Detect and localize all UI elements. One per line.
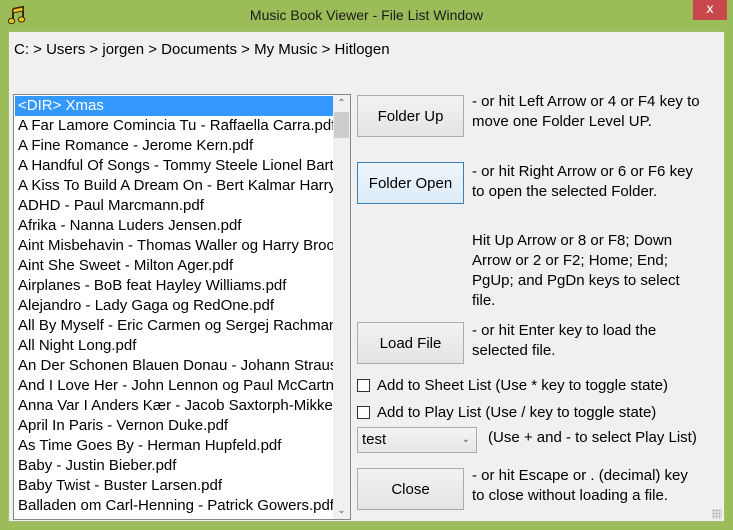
load-file-help: - or hit Enter key to load the selected … — [472, 321, 656, 361]
list-item[interactable]: A Handful Of Songs - Tommy Steele Lionel… — [15, 156, 335, 176]
play-list-select-help: (Use + and - to select Play List) — [488, 429, 697, 446]
play-list-label: Add to Play List (Use / key to toggle st… — [377, 404, 657, 421]
folder-open-button[interactable]: Folder Open — [357, 162, 464, 204]
play-list-checkbox[interactable] — [357, 406, 370, 419]
list-item[interactable]: April In Paris - Vernon Duke.pdf — [15, 416, 335, 436]
help-line: - or hit Escape or . (decimal) key — [472, 467, 688, 484]
help-line: Hit Up Arrow or 8 or F8; Down — [472, 232, 673, 249]
folder-up-help: - or hit Left Arrow or 4 or F4 key to mo… — [472, 92, 700, 132]
breadcrumb: C: > Users > jorgen > Documents > My Mus… — [14, 41, 390, 58]
list-item[interactable]: A Far Lamore Comincia Tu - Raffaella Car… — [15, 116, 335, 136]
play-list-select-value: test — [362, 431, 387, 448]
play-list-select[interactable]: test ⌄ — [357, 427, 477, 453]
client-area: C: > Users > jorgen > Documents > My Mus… — [8, 31, 725, 522]
folder-open-help: - or hit Right Arrow or 6 or F6 key to o… — [472, 162, 693, 202]
list-item[interactable]: Baby Twist - Buster Larsen.pdf — [15, 476, 335, 496]
close-window-button[interactable]: x — [693, 0, 727, 20]
navigation-help: Hit Up Arrow or 8 or F8; Down Arrow or 2… — [472, 231, 680, 311]
list-item[interactable]: Anna Var I Anders Kær - Jacob Saxtorph-M… — [15, 396, 335, 416]
help-line: - or hit Right Arrow or 6 or F6 key — [472, 163, 693, 180]
window-title: Music Book Viewer - File List Window — [249, 7, 484, 23]
load-file-button[interactable]: Load File — [357, 322, 464, 364]
play-list-checkbox-row[interactable]: Add to Play List (Use / key to toggle st… — [357, 404, 656, 421]
list-item[interactable]: Balladen om Carl-Henning - Patrick Gower… — [15, 496, 335, 516]
folder-up-button[interactable]: Folder Up — [357, 95, 464, 137]
list-item[interactable]: And I Love Her - John Lennon og Paul McC… — [15, 376, 335, 396]
list-item[interactable]: Aint Misbehavin - Thomas Waller og Harry… — [15, 236, 335, 256]
chevron-down-icon: ⌄ — [461, 434, 470, 445]
help-line: - or hit Enter key to load the — [472, 322, 657, 339]
list-item[interactable]: Aint She Sweet - Milton Ager.pdf — [15, 256, 335, 276]
resize-grip-icon[interactable] — [712, 509, 722, 519]
list-item[interactable]: An Der Schonen Blauen Donau - Johann Str… — [15, 356, 335, 376]
close-help: - or hit Escape or . (decimal) key to cl… — [472, 466, 688, 506]
file-list: <DIR> Xmas A Far Lamore Comincia Tu - Raf… — [15, 96, 335, 518]
scroll-thumb[interactable] — [334, 112, 349, 138]
list-item[interactable]: Alejandro - Lady Gaga og RedOne.pdf — [15, 296, 335, 316]
list-item[interactable]: Baby - Justin Bieber.pdf — [15, 456, 335, 476]
list-item[interactable]: <DIR> Xmas — [15, 96, 335, 116]
scroll-down-arrow-icon[interactable]: ⌄ — [333, 502, 350, 519]
help-line: selected file. — [472, 342, 556, 359]
close-button[interactable]: Close — [357, 468, 464, 510]
scroll-up-arrow-icon[interactable]: ⌃ — [333, 95, 350, 112]
list-item[interactable]: As Time Goes By - Herman Hupfeld.pdf — [15, 436, 335, 456]
help-line: move one Folder Level UP. — [472, 113, 652, 130]
help-line: to close without loading a file. — [472, 487, 668, 504]
title-bar[interactable]: Music Book Viewer - File List Window x — [0, 0, 733, 31]
help-line: to open the selected Folder. — [472, 183, 658, 200]
list-item[interactable]: Airplanes - BoB feat Hayley Williams.pdf — [15, 276, 335, 296]
list-item[interactable]: All By Myself - Eric Carmen og Sergej Ra… — [15, 316, 335, 336]
list-item[interactable]: Afrika - Nanna Luders Jensen.pdf — [15, 216, 335, 236]
vertical-scrollbar[interactable]: ⌃ ⌄ — [333, 95, 350, 519]
list-item[interactable]: ADHD - Paul Marcmann.pdf — [15, 196, 335, 216]
close-icon: x — [706, 2, 714, 17]
sheet-list-checkbox-row[interactable]: Add to Sheet List (Use * key to toggle s… — [357, 377, 668, 394]
file-list-window: Music Book Viewer - File List Window x C… — [0, 0, 733, 530]
help-line: file. — [472, 292, 496, 309]
help-line: - or hit Left Arrow or 4 or F4 key to — [472, 93, 700, 110]
sheet-list-checkbox[interactable] — [357, 379, 370, 392]
sheet-list-label: Add to Sheet List (Use * key to toggle s… — [377, 377, 668, 394]
list-item[interactable]: A Fine Romance - Jerome Kern.pdf — [15, 136, 335, 156]
help-line: Arrow or 2 or F2; Home; End; — [472, 252, 668, 269]
help-line: PgUp; and PgDn keys to select — [472, 272, 680, 289]
list-item[interactable]: All Night Long.pdf — [15, 336, 335, 356]
list-item[interactable]: A Kiss To Build A Dream On - Bert Kalmar… — [15, 176, 335, 196]
file-listbox[interactable]: <DIR> Xmas A Far Lamore Comincia Tu - Raf… — [13, 94, 351, 520]
